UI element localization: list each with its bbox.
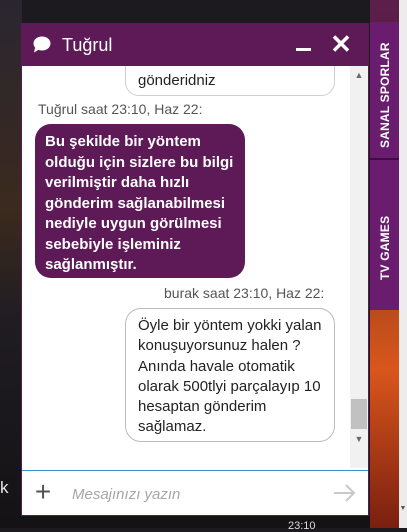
message-meta: Tuğrul saat 23:10, Haz 22: (38, 101, 203, 117)
page-bottom-time: 23:10 (288, 520, 316, 532)
chat-title: Tuğrul (62, 35, 113, 55)
chat-bubble-icon (33, 36, 51, 53)
page-scrollbar[interactable] (399, 0, 407, 528)
page-bottom-strip (22, 516, 370, 528)
scroll-up-icon[interactable]: ▲ (350, 70, 368, 86)
message-text: Öyle bir yöntem yokki yalan konuşuyorsun… (138, 317, 322, 436)
chat-window: Tuğrul ✕ gönderidniz Tuğrul saat 23:10, … (21, 23, 369, 516)
page-scroll-down-icon[interactable]: ▼ (399, 505, 407, 512)
visitor-message-bubble: gönderidniz (125, 66, 335, 96)
background-text: k (0, 478, 9, 497)
side-tab-tv-games[interactable]: TV GAMES (370, 192, 400, 304)
message-list: gönderidniz Tuğrul saat 23:10, Haz 22: B… (22, 66, 349, 468)
side-tab-divider (370, 158, 400, 160)
page-background-left (0, 0, 22, 528)
side-tab-bar: SANAL SPORLAR TV GAMES (370, 22, 400, 310)
message-text: gönderidniz (138, 72, 216, 89)
message-input-bar: + (22, 470, 368, 515)
message-text: Bu şekilde bir yöntem olduğu için sizler… (45, 133, 234, 273)
send-arrow-icon[interactable] (332, 481, 358, 505)
message-meta: burak saat 23:10, Haz 22: (164, 285, 325, 301)
agent-message-bubble: Bu şekilde bir yöntem olduğu için sizler… (35, 124, 245, 278)
close-icon[interactable]: ✕ (328, 31, 354, 58)
chat-header: Tuğrul ✕ (22, 24, 368, 66)
side-tab-sanal-sporlar[interactable]: SANAL SPORLAR (370, 30, 400, 160)
visitor-message-bubble: Öyle bir yöntem yokki yalan konuşuyorsun… (125, 308, 335, 442)
chat-scrollbar[interactable]: ▲ ▼ (350, 66, 368, 468)
scroll-down-icon[interactable]: ▼ (350, 434, 368, 450)
minimize-icon[interactable] (292, 34, 314, 56)
message-input[interactable] (70, 481, 314, 507)
scroll-thumb[interactable] (351, 399, 367, 429)
attach-plus-icon[interactable]: + (32, 478, 54, 506)
